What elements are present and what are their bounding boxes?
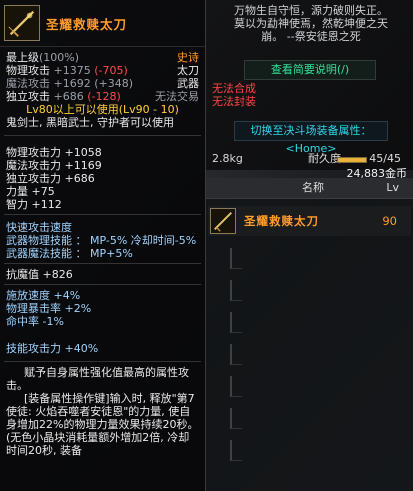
empty-slot[interactable]	[230, 440, 242, 461]
ind-attack-value: +686	[53, 90, 84, 103]
required-level: Lv80以上可以使用(Lv90 - 10)	[26, 103, 179, 116]
item-title: 圣耀救赎太刀	[46, 16, 128, 32]
durability-fill	[338, 158, 366, 162]
bonus-line: 物理暴击率 +2%	[6, 302, 92, 315]
divider	[4, 263, 201, 264]
mag-attack-label: 魔法攻击	[6, 77, 50, 90]
table-header: 名称 Lv	[206, 178, 413, 199]
skill-attack: 技能攻击力 +40%	[6, 342, 99, 355]
trade-status: 无法交易	[155, 90, 199, 103]
stat-row: 力量 +75	[6, 185, 55, 198]
durability-value: 45/45	[369, 152, 401, 165]
level-text: 最上级	[6, 51, 39, 64]
empty-slot[interactable]	[230, 408, 242, 429]
divider	[4, 361, 201, 362]
rarity-badge: 史诗	[177, 51, 199, 64]
durability-bar	[337, 157, 367, 163]
item-category: 武器	[177, 77, 199, 90]
bonus-line: 命中率 -1%	[6, 315, 64, 328]
stat-row: 独立攻击力 +686	[6, 172, 95, 185]
phys-attack-label: 物理攻击	[6, 64, 50, 77]
mag-attack-value: +1692	[53, 77, 91, 90]
tooltip-header: 圣耀救赎太刀	[0, 0, 205, 47]
empty-slot[interactable]	[230, 312, 242, 333]
divider	[4, 284, 201, 285]
level-row: 最上级(100%) 史诗	[0, 51, 205, 64]
item-poem: 万物生自守恒，源力破则失正。 莫以为勐神使焉，然乾坤便之天 崩。 --祭安徒恩之…	[214, 4, 408, 43]
phys-attack-diff: (-705)	[94, 64, 128, 77]
col-lv-header: Lv	[386, 181, 399, 194]
desc-2: [装备属性操作键]输入时, 释放"第7使徒: 火焰吞噬者安徒恩"的力量, 使自身…	[6, 392, 199, 457]
poem-line: 万物生自守恒，源力破则失正。	[234, 4, 388, 17]
level-pct: (100%)	[39, 51, 80, 64]
row-item-name: 圣耀救赎太刀	[244, 214, 319, 228]
item-tooltip: 圣耀救赎太刀 最上级(100%) 史诗 物理攻击 +1375 (-705) 太刀…	[0, 0, 206, 491]
empty-slot[interactable]	[230, 344, 242, 365]
mag-attack-diff: (+348)	[94, 77, 134, 90]
table-row[interactable]: 圣耀救赎太刀 90	[208, 206, 411, 236]
phys-attack-value: +1375	[53, 64, 91, 77]
ind-attack-diff: (-128)	[87, 90, 121, 103]
view-summary-button[interactable]: 查看简要说明(/)	[244, 60, 376, 80]
bonus-section: 施放速度 +4% 物理暴击率 +2% 命中率 -1%	[0, 289, 205, 328]
item-table: 名称 Lv 圣耀救赎太刀 90	[206, 178, 413, 491]
weight-durability-row: 2.8kg 耐久度 45/45	[212, 152, 407, 166]
katana-icon	[210, 208, 236, 234]
katana-icon	[4, 5, 40, 41]
poem-line: 莫以为勐神使焉，然乾坤便之天	[234, 17, 388, 30]
skill-mag: 武器魔法技能 ： MP+5%	[6, 247, 133, 260]
stat-row: 智力 +112	[6, 198, 62, 211]
weight-value: 2.8kg	[212, 152, 243, 165]
empty-slot[interactable]	[230, 248, 242, 269]
no-combine-label: 无法合成	[212, 82, 256, 95]
game-window: 圣耀救赎太刀 最上级(100%) 史诗 物理攻击 +1375 (-705) 太刀…	[0, 0, 413, 491]
switch-pvp-stats-button[interactable]: 切换至决斗场装备属性：<Home>	[234, 121, 388, 155]
divider	[4, 135, 201, 136]
divider	[4, 214, 201, 215]
usable-classes: 鬼剑士, 黑暗武士, 守护者可以使用	[6, 116, 174, 129]
description-panel: 万物生自守恒，源力破则失正。 莫以为勐神使焉，然乾坤便之天 崩。 --祭安徒恩之…	[206, 0, 413, 170]
skill-phys: 武器物理技能 ： MP-5% 冷却时间-5%	[6, 234, 197, 247]
bonus-line: 施放速度 +4%	[6, 289, 81, 302]
magic-resist: 抗魔值 +826	[6, 268, 73, 281]
weapon-type: 太刀	[177, 64, 199, 77]
mag-attack-row: 魔法攻击 +1692 (+348) 武器	[0, 77, 205, 90]
poem-line: 崩。 --祭安徒恩之死	[261, 30, 361, 43]
empty-slot[interactable]	[230, 280, 242, 301]
row-item-lv: 90	[382, 214, 397, 228]
desc-1: 赋予自身属性强化值最高的属性攻击。	[6, 366, 189, 392]
stats-list: 物理攻击力 +1058 魔法攻击力 +1169 独立攻击力 +686 力量 +7…	[0, 146, 205, 211]
attack-speed: 快速攻击速度	[6, 221, 72, 234]
restrictions: 无法合成 无法封装	[212, 82, 256, 108]
col-name-header: 名称	[302, 181, 324, 194]
stat-row: 物理攻击力 +1058	[6, 146, 102, 159]
speed-section: 快速攻击速度 武器物理技能 ： MP-5% 冷却时间-5% 武器魔法技能 ： M…	[0, 221, 205, 260]
ind-attack-row: 独立攻击 +686 (-128) 无法交易	[0, 90, 205, 103]
no-seal-label: 无法封装	[212, 95, 256, 108]
phys-attack-row: 物理攻击 +1375 (-705) 太刀	[0, 64, 205, 77]
ind-attack-label: 独立攻击	[6, 90, 50, 103]
empty-slot[interactable]	[230, 376, 242, 397]
right-panel: 万物生自守恒，源力破则失正。 莫以为勐神使焉，然乾坤便之天 崩。 --祭安徒恩之…	[206, 0, 413, 491]
stat-row: 魔法攻击力 +1169	[6, 159, 102, 172]
